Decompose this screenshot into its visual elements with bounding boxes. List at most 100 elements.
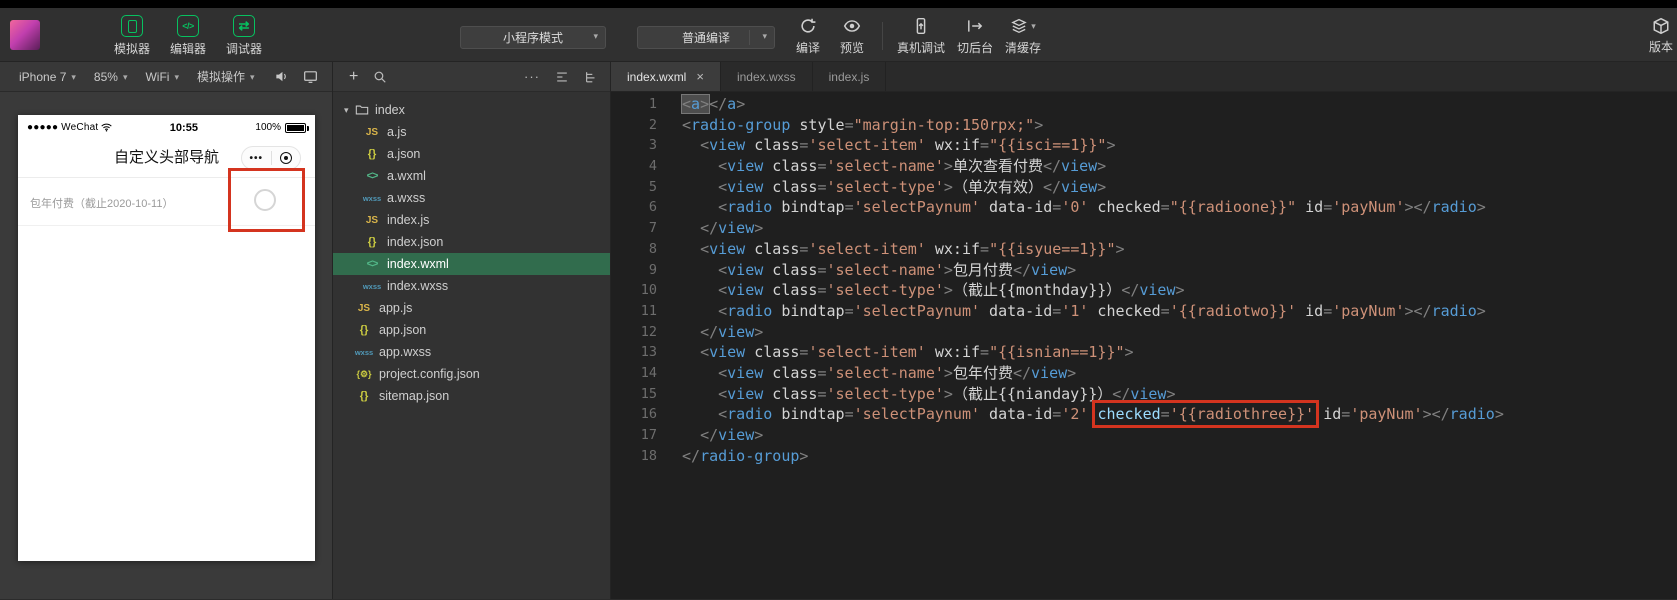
phone-area: ●●●●● WeChat 10:55 100% 自定义头部导航 ••• 包年付费… (0, 92, 332, 599)
device-debug-button[interactable]: 真机调试 (891, 13, 951, 59)
workspace: iPhone 7 ▾ 85% ▾ WiFi ▾ 模拟操作 ▾ ●●●●● WeC… (0, 62, 1677, 599)
tree-item-a.js[interactable]: JS a.js (333, 121, 610, 143)
battery-percent: 100% (255, 122, 281, 133)
simulator-panel: iPhone 7 ▾ 85% ▾ WiFi ▾ 模拟操作 ▾ ●●●●● WeC… (0, 62, 333, 599)
file-name: app.json (379, 323, 427, 337)
carrier-label: ●●●●● WeChat (27, 122, 99, 133)
tree-item-sitemap.json[interactable]: {} sitemap.json (333, 385, 610, 407)
network-dropdown[interactable]: WiFi ▾ (136, 70, 188, 84)
code-line: 3 <view class='select-item' wx:if="{{isc… (611, 135, 1677, 156)
code-line: 7 </view> (611, 218, 1677, 239)
switch-background-label: 切后台 (957, 41, 994, 55)
tree-folder-index[interactable]: ▾ index (333, 99, 610, 121)
tab-index.js[interactable]: index.js (813, 62, 887, 91)
file-name: sitemap.json (379, 389, 450, 403)
clear-cache-button[interactable]: ▾ 清缓存 (999, 13, 1047, 59)
device-toolbar: iPhone 7 ▾ 85% ▾ WiFi ▾ 模拟操作 ▾ (0, 62, 332, 92)
config-file-icon: {⚙} (356, 368, 372, 379)
wxss-file-icon: wxss (362, 281, 382, 291)
tree-item-index.json[interactable]: {} index.json (333, 231, 610, 253)
chevron-down-icon: ▾ (250, 71, 255, 82)
more-actions-icon[interactable]: ··· (524, 69, 540, 84)
code-line: 17 </view> (611, 425, 1677, 446)
json-file-icon: {} (359, 390, 369, 402)
tree-item-index.wxss[interactable]: wxss index.wxss (333, 275, 610, 297)
tree-item-a.json[interactable]: {} a.json (333, 143, 610, 165)
file-name: project.config.json (379, 367, 480, 381)
code-line: 16 <radio bindtap='selectPaynum' data-id… (611, 400, 1677, 429)
js-file-icon: JS (365, 214, 379, 226)
code-area[interactable]: 1 <a></a> 2 <radio-group style="margin-top:… (611, 92, 1677, 599)
simulator-icon (121, 15, 143, 37)
file-name: app.wxss (379, 345, 432, 359)
code-line: 9 <view class='select-name'>包月付费</view> (611, 260, 1677, 281)
tree-item-index.wxml[interactable]: <> index.wxml (333, 253, 610, 275)
tree-item-a.wxml[interactable]: <> a.wxml (333, 165, 610, 187)
collapse-all-icon[interactable] (555, 70, 569, 84)
mode-dropdown[interactable]: 小程序模式 ▾ (460, 26, 606, 49)
carrier-text: ●●●●● WeChat (27, 122, 113, 133)
debugger-icon: ⇄ (233, 15, 255, 37)
compile-mode-dropdown[interactable]: 普通编译 ▾ (637, 26, 775, 49)
pay-radio-button[interactable] (254, 189, 276, 211)
code-line-text: <view class='select-item' wx:if="{{isnia… (700, 343, 1134, 362)
line-number: 2 (648, 116, 657, 133)
editor-tabs: index.wxml × index.wxss index.js (611, 62, 1677, 92)
mode-dropdown-value: 小程序模式 (502, 31, 563, 45)
window-top-strip (0, 0, 1677, 8)
speaker-icon[interactable] (274, 69, 289, 84)
json-file-icon: {} (367, 148, 377, 160)
chevron-down-icon: ▾ (593, 31, 598, 41)
code-line-text: <view class='select-name'>包月付费</view> (718, 260, 1077, 279)
search-icon[interactable] (373, 70, 387, 84)
tree-item-project.config.json[interactable]: {⚙} project.config.json (333, 363, 610, 385)
debugger-toggle-button[interactable]: ⇄ 调试器 (216, 13, 272, 59)
preview-label: 预览 (839, 41, 864, 55)
version-icon (1653, 17, 1669, 35)
compile-button[interactable]: 编译 (786, 13, 830, 59)
code-line-text: </view> (700, 219, 764, 238)
main-toolbar: 模拟器 </> 编辑器 ⇄ 调试器 小程序模式 ▾ 普通编译 ▾ 编译 预览 真 (0, 8, 1677, 62)
user-avatar[interactable] (10, 20, 40, 50)
display-icon[interactable] (303, 69, 318, 84)
line-number: 7 (648, 220, 657, 237)
close-tab-icon[interactable]: × (696, 69, 704, 84)
json-file-icon: {} (367, 236, 377, 248)
simulate-actions-dropdown[interactable]: 模拟操作 ▾ (188, 68, 264, 85)
clear-cache-icon (1011, 18, 1028, 34)
add-file-button[interactable]: + (349, 68, 373, 86)
simulator-toggle-button[interactable]: 模拟器 (104, 13, 160, 59)
tab-index.wxml[interactable]: index.wxml × (611, 62, 721, 91)
compile-label: 编译 (795, 41, 820, 55)
more-menu-button[interactable]: ••• (242, 153, 271, 164)
code-line: 11 <radio bindtap='selectPaynum' data-id… (611, 301, 1677, 322)
preview-button[interactable]: 预览 (830, 13, 874, 59)
close-record-button[interactable] (272, 152, 301, 164)
switch-background-button[interactable]: 切后台 (951, 13, 999, 59)
tree-item-a.wxss[interactable]: wxss a.wxss (333, 187, 610, 209)
version-button[interactable]: 版本 (1639, 13, 1677, 59)
tree-item-app.js[interactable]: JS app.js (333, 297, 610, 319)
file-name: index.js (387, 213, 430, 227)
tree-item-index.js[interactable]: JS index.js (333, 209, 610, 231)
code-line-text: </view> (700, 426, 764, 444)
zoom-dropdown[interactable]: 85% ▾ (85, 70, 137, 84)
annotation-sel-box: <a> (680, 94, 711, 114)
code-line: 14 <view class='select-name'>包年付费</view> (611, 363, 1677, 384)
line-number: 4 (648, 158, 657, 175)
code-line-text: <view class='select-type'>（截止{{monthday}… (718, 281, 1185, 300)
file-explorer-panel: + ··· ▾ index JS a.js {} a.json <> a.wxml wxss… (333, 62, 611, 599)
file-name: index.wxss (387, 279, 449, 293)
tree-item-app.json[interactable]: {} app.json (333, 319, 610, 341)
tree-item-app.wxss[interactable]: wxss app.wxss (333, 341, 610, 363)
outline-icon[interactable] (584, 70, 598, 84)
toolbar-actions: 编译 预览 真机调试 切后台 ▾ 清缓存 (786, 13, 1047, 59)
divider (882, 22, 883, 50)
chevron-down-icon: ▾ (71, 71, 76, 82)
device-model-dropdown[interactable]: iPhone 7 ▾ (10, 70, 85, 84)
line-number: 9 (648, 261, 657, 278)
editor-toggle-button[interactable]: </> 编辑器 (160, 13, 216, 59)
file-name: index.json (387, 235, 444, 249)
js-file-icon: JS (357, 302, 371, 314)
tab-index.wxss[interactable]: index.wxss (721, 62, 813, 91)
